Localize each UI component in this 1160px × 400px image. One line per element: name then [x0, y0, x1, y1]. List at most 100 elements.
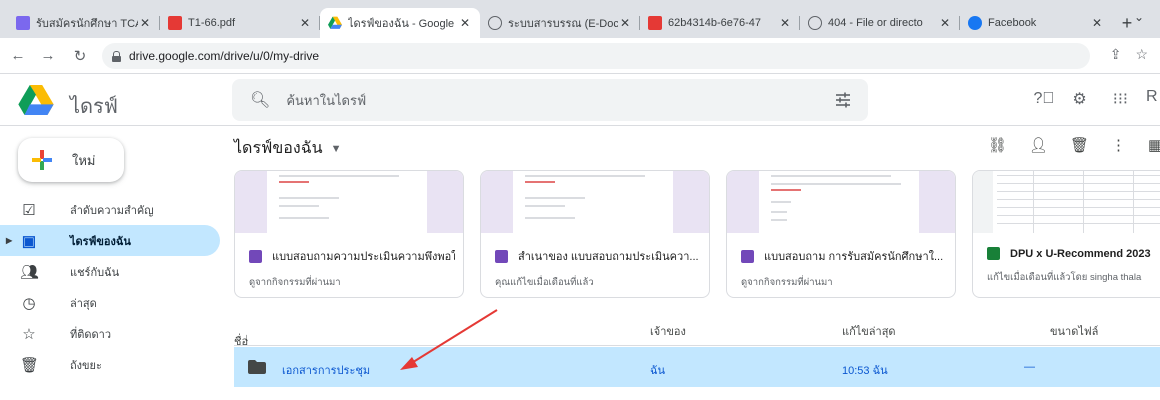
file-size: — — [1024, 361, 1035, 373]
globe-icon — [808, 16, 822, 30]
forward-arrow-icon[interactable]: → — [36, 47, 60, 64]
suggested-card[interactable]: DPU x U-Recommend 2023 แก้ไขเมื่อเดือนที… — [972, 170, 1160, 298]
bookmark-star-icon[interactable]: ☆ — [1135, 46, 1148, 63]
google-sheets-icon — [987, 247, 1000, 260]
tab-title: รับสมัครนักศึกษา TCA — [36, 18, 138, 30]
search-options-icon[interactable] — [834, 91, 852, 109]
tab-google-drive[interactable]: ไดรฟ์ของฉัน - Google ✕ — [320, 8, 480, 38]
suggested-card[interactable]: แบบสอบถาม การรับสมัครนักศึกษาใ... ดูจากก… — [726, 170, 956, 298]
card-file-name: แบบสอบถามความประเมินความพึงพอใจห... — [272, 251, 455, 263]
google-forms-icon — [741, 249, 754, 263]
google-drive-logo-icon[interactable] — [16, 85, 56, 115]
plus-icon — [32, 150, 52, 170]
globe-icon — [488, 16, 502, 30]
suggested-card[interactable]: แบบสอบถามความประเมินความพึงพอใจห... ดูจา… — [234, 170, 464, 298]
column-modified-header[interactable]: แก้ไขล่าสุด — [842, 322, 896, 340]
link-icon[interactable]: ⛓ — [988, 136, 1007, 154]
tab-search-chevron-icon[interactable]: ⌄ — [1134, 10, 1144, 24]
my-drive-icon: ▣ — [21, 232, 37, 250]
column-size-header: ขนาดไฟล์ — [1050, 326, 1099, 338]
column-owner-header: เจ้าของ — [650, 326, 686, 338]
card-file-name: DPU x U-Recommend 2023 — [1010, 247, 1151, 260]
add-person-icon[interactable]: 👤︎ — [1029, 136, 1048, 154]
drive-header: ไดรฟ์ 🔍︎ ค้นหาในไดรฟ์ ?⃝ ⚙ ⁝⁝⁝ R — [0, 74, 1160, 126]
card-activity: ดูจากกิจกรรมที่ผ่านมา — [249, 277, 341, 288]
tab-title: 404 - File or directo — [828, 17, 923, 29]
pdf-icon — [168, 16, 182, 30]
trash-icon[interactable]: 🗑︎ — [1070, 136, 1089, 154]
sidebar-item-starred[interactable]: ☆ ที่ติดดาว — [0, 318, 220, 349]
help-icon[interactable]: ?⃝ — [1033, 90, 1054, 108]
facebook-icon — [968, 16, 982, 30]
settings-gear-icon[interactable]: ⚙ — [1072, 89, 1086, 109]
address-bar: ← → ↻ drive.google.com/drive/u/0/my-driv… — [0, 38, 1160, 74]
card-file-name: แบบสอบถาม การรับสมัครนักศึกษาใ... — [764, 251, 944, 263]
close-icon[interactable]: ✕ — [138, 16, 152, 30]
apps-grid-icon[interactable]: ⁝⁝⁝ — [1113, 89, 1128, 109]
more-vert-icon[interactable]: ⋮ — [1111, 136, 1126, 154]
card-activity: แก้ไขเมื่อเดือนที่แล้วโดย singha thala — [987, 272, 1142, 283]
close-icon[interactable]: ✕ — [298, 16, 312, 30]
sidebar-item-shared[interactable]: 👥︎ แชร์กับฉัน — [0, 256, 220, 287]
grid-view-icon[interactable]: ▦ — [1148, 136, 1160, 154]
tab-title: Facebook — [988, 17, 1037, 29]
suggested-files: แบบสอบถามความประเมินความพึงพอใจห... ดูจา… — [234, 170, 1160, 298]
page-title: ไดรฟ์ของฉัน — [234, 140, 323, 157]
back-arrow-icon[interactable]: ← — [6, 47, 30, 64]
sidebar-item-recent[interactable]: ◷ ล่าสุด — [0, 287, 220, 318]
share-icon[interactable]: ⇪ — [1110, 46, 1122, 63]
main-content: ไดรฟ์ของฉัน ▼ ⛓ 👤︎ 🗑︎ ⋮ ▦ แบบสอบถามความป… — [220, 126, 1160, 400]
sidebar-item-my-drive[interactable]: ▶ ▣ ไดรฟ์ของฉัน — [0, 225, 220, 256]
avatar[interactable]: R — [1146, 88, 1160, 110]
sidebar-item-label: ที่ติดดาว — [70, 328, 112, 341]
drive-brand-title: ไดรฟ์ — [70, 96, 118, 118]
toolbar: ⛓ 👤︎ 🗑︎ ⋮ ▦ — [988, 136, 1160, 154]
reload-icon[interactable]: ↻ — [68, 47, 92, 65]
suggested-card[interactable]: สำเนาของ แบบสอบถามประเมินควา... คุณแก้ไข… — [480, 170, 710, 298]
breadcrumb[interactable]: ไดรฟ์ของฉัน ▼ — [234, 136, 341, 161]
sidebar-item-priority[interactable]: ☑ ลำดับความสำคัญ — [0, 194, 220, 225]
sidebar-item-label: ไดรฟ์ของฉัน — [70, 235, 131, 248]
close-icon[interactable]: ✕ — [1090, 16, 1104, 30]
card-file-name: สำเนาของ แบบสอบถามประเมินควา... — [518, 251, 699, 263]
table-row[interactable]: เอกสารการประชุม ฉัน 10:53 ฉัน — — [234, 347, 1160, 387]
folder-icon — [248, 360, 266, 374]
close-icon[interactable]: ✕ — [938, 16, 952, 30]
sidebar-item-label: ล่าสุด — [70, 297, 97, 310]
pdf-icon — [648, 16, 662, 30]
star-icon: ☆ — [22, 325, 36, 343]
close-icon[interactable]: ✕ — [618, 16, 632, 30]
file-thumbnail — [973, 171, 1160, 233]
file-modified: 10:53 ฉัน — [842, 365, 888, 377]
tab-404[interactable]: 404 - File or directo ✕ — [800, 8, 960, 38]
search-box[interactable]: 🔍︎ ค้นหาในไดรฟ์ — [232, 79, 868, 121]
sidebar-item-label: ถังขยะ — [70, 359, 102, 372]
tab-pdf-62b4314b[interactable]: 62b4314b-6e76-47 ✕ — [640, 8, 800, 38]
tab-t1-pdf[interactable]: T1-66.pdf ✕ — [160, 8, 320, 38]
sidebar-item-trash[interactable]: 🗑︎ ถังขยะ — [0, 349, 220, 380]
clock-icon: ◷ — [22, 294, 36, 312]
shared-people-icon: 👥︎ — [20, 263, 40, 281]
file-list-header: ชื่อ ↓ เจ้าของ แก้ไขล่าสุด ขนาดไฟล์ — [234, 312, 1160, 348]
file-thumbnail — [235, 171, 463, 233]
url-field[interactable]: drive.google.com/drive/u/0/my-drive — [102, 43, 1090, 69]
file-name: เอกสารการประชุม — [282, 365, 371, 377]
trash-icon: 🗑︎ — [20, 356, 40, 374]
lock-icon — [112, 50, 121, 62]
tab-facebook[interactable]: Facebook ✕ — [960, 8, 1112, 38]
close-icon[interactable]: ✕ — [458, 16, 472, 30]
sidebar-item-label: แชร์กับฉัน — [70, 266, 120, 279]
google-forms-icon — [249, 249, 262, 263]
expand-caret-icon[interactable]: ▶ — [6, 236, 12, 245]
file-thumbnail — [727, 171, 955, 233]
sidebar-nav: ☑ ลำดับความสำคัญ ▶ ▣ ไดรฟ์ของฉัน 👥︎ แชร์… — [0, 194, 220, 380]
tab-edoc[interactable]: ระบบสารบรรณ (E-Doc ✕ — [480, 8, 640, 38]
close-icon[interactable]: ✕ — [778, 16, 792, 30]
tab-tca[interactable]: รับสมัครนักศึกษา TCA ✕ — [8, 8, 160, 38]
sort-arrow-down-icon[interactable]: ↓ — [244, 332, 250, 344]
new-button[interactable]: ใหม่ — [18, 138, 124, 182]
google-forms-icon — [495, 249, 508, 263]
google-drive-icon — [328, 16, 342, 29]
search-icon[interactable]: 🔍︎ — [250, 90, 270, 110]
chevron-down-icon: ▼ — [330, 142, 342, 155]
